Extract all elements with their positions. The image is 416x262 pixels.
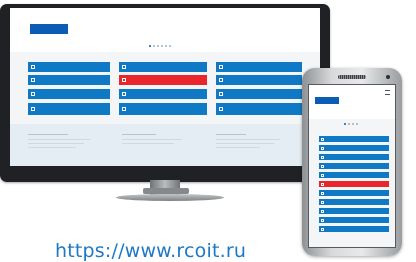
tile-icon (321, 227, 324, 231)
tile-icon (122, 65, 126, 69)
mobile-service-tile[interactable] (319, 190, 389, 196)
tile-icon (31, 92, 35, 96)
carousel-dot[interactable] (153, 45, 155, 47)
tile-icon (122, 78, 126, 82)
tile-icon (31, 65, 35, 69)
mobile-service-tile[interactable] (319, 217, 389, 223)
carousel-dot[interactable] (169, 45, 171, 47)
tile-icon (219, 78, 223, 82)
carousel-dot[interactable] (348, 123, 350, 125)
tile-icon (321, 164, 324, 168)
tile-icon (321, 209, 324, 213)
carousel-dot[interactable] (157, 45, 159, 47)
tile-icon (321, 191, 324, 195)
website-url-caption[interactable]: https://www.rcoit.ru (55, 240, 246, 262)
mobile-service-tile[interactable] (319, 145, 389, 151)
service-tile[interactable] (216, 75, 302, 85)
carousel-dot[interactable] (149, 45, 151, 47)
mobile-service-tile-alert[interactable] (319, 181, 389, 187)
footer-text-line (28, 143, 84, 144)
service-tile[interactable] (216, 62, 302, 72)
service-tile[interactable] (28, 89, 110, 99)
service-tile[interactable] (28, 75, 110, 85)
footer-text-line (122, 139, 182, 140)
mobile-service-tile[interactable] (319, 136, 389, 142)
tile-icon (321, 218, 324, 222)
service-tile[interactable] (119, 62, 207, 72)
tile-icon (321, 200, 324, 204)
carousel-dot[interactable] (356, 123, 358, 125)
hamburger-menu-icon[interactable] (385, 90, 390, 95)
mobile-login-button[interactable] (315, 97, 339, 104)
tile-icon (31, 78, 35, 82)
carousel-dot[interactable] (352, 123, 354, 125)
tile-icon (122, 92, 126, 96)
footer-heading (122, 134, 156, 135)
service-tile[interactable] (119, 103, 207, 115)
phone-speaker-grille (338, 75, 366, 79)
tile-icon (321, 173, 324, 177)
mobile-service-tile[interactable] (319, 172, 389, 178)
mobile-header (309, 85, 395, 119)
service-tile[interactable] (216, 89, 302, 99)
footer-heading (216, 134, 246, 135)
mobile-service-tile[interactable] (319, 208, 389, 214)
service-tile[interactable] (28, 103, 110, 115)
mobile-service-tile[interactable] (319, 199, 389, 205)
tile-icon (321, 182, 324, 186)
carousel-dot[interactable] (161, 45, 163, 47)
service-tile[interactable] (216, 103, 302, 115)
footer-text-line (28, 147, 76, 148)
footer-text-line (122, 143, 174, 144)
service-tile[interactable] (28, 62, 110, 72)
footer-text-line (28, 139, 90, 140)
tile-icon (31, 107, 35, 111)
tile-icon (219, 65, 223, 69)
phone-camera (386, 75, 390, 79)
monitor-stand-base (116, 194, 224, 201)
service-tile[interactable] (119, 89, 207, 99)
tile-icon (122, 107, 126, 111)
mobile-carousel-dots[interactable] (344, 123, 358, 125)
phone-screen (308, 84, 396, 248)
site-footer (10, 124, 320, 166)
footer-heading (28, 134, 68, 135)
carousel-dots[interactable] (149, 45, 171, 47)
footer-text-line (216, 143, 274, 144)
mobile-service-tile[interactable] (319, 226, 389, 232)
carousel-dot[interactable] (165, 45, 167, 47)
mobile-service-tile[interactable] (319, 163, 389, 169)
carousel-dot[interactable] (344, 123, 346, 125)
tile-icon (321, 146, 324, 150)
footer-text-line (216, 139, 280, 140)
tile-icon (321, 137, 324, 141)
footer-text-line (216, 147, 260, 148)
service-tile-alert[interactable] (119, 75, 207, 85)
monitor-screen (10, 8, 320, 166)
tile-icon (219, 92, 223, 96)
login-button[interactable] (30, 24, 68, 34)
mobile-service-tile[interactable] (319, 154, 389, 160)
tile-icon (321, 155, 324, 159)
tile-icon (219, 107, 223, 111)
